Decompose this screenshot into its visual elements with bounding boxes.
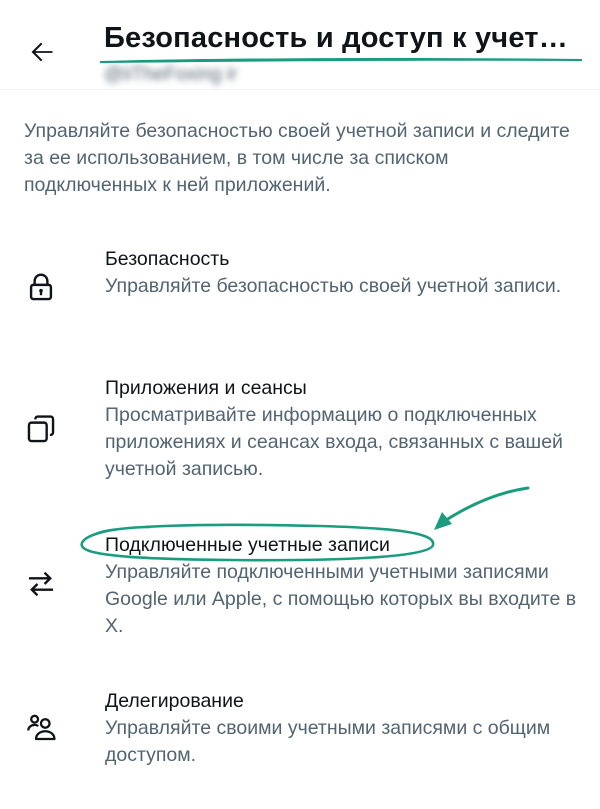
menu-item-label: Подключенные учетные записи <box>105 534 390 556</box>
header-divider <box>0 89 600 90</box>
annotation-arrow <box>434 486 530 530</box>
swap-arrows-icon <box>24 567 58 601</box>
copy-squares-icon <box>24 412 58 446</box>
top-app-bar: Безопасность и доступ к учетно… @iiTheFo… <box>0 0 600 90</box>
menu-item-label: Безопасность <box>105 248 230 270</box>
menu-item-description: Управляйте безопасностью своей учетной з… <box>105 275 562 297</box>
menu-item-description: Управляйте подключенными учетными запися… <box>105 561 577 637</box>
back-button[interactable] <box>22 32 62 72</box>
lock-icon <box>24 270 58 304</box>
menu-item-label: Делегирование <box>105 690 244 712</box>
menu-item-connected-accounts[interactable]: Подключенные учетные записи Управляйте п… <box>0 532 600 642</box>
people-icon <box>24 710 58 744</box>
arrow-left-icon <box>31 42 53 62</box>
menu-item-description: Управляйте своими учетными записями с об… <box>105 717 551 766</box>
account-username: @iiTheFoxing ir <box>104 64 238 85</box>
menu-item-delegation[interactable]: Делегирование Управляйте своими учетными… <box>0 688 600 778</box>
menu-item-label: Приложения и сеансы <box>105 377 307 399</box>
menu-item-description: Просматривайте информацию о подключенных… <box>105 404 563 480</box>
menu-item-apps-and-sessions[interactable]: Приложения и сеансы Просматривайте инфор… <box>0 375 600 485</box>
page-title: Безопасность и доступ к учетно… <box>104 22 584 54</box>
page-description: Управляйте безопасностью своей учетной з… <box>24 120 570 196</box>
menu-item-security[interactable]: Безопасность Управляйте безопасностью св… <box>0 246 600 336</box>
